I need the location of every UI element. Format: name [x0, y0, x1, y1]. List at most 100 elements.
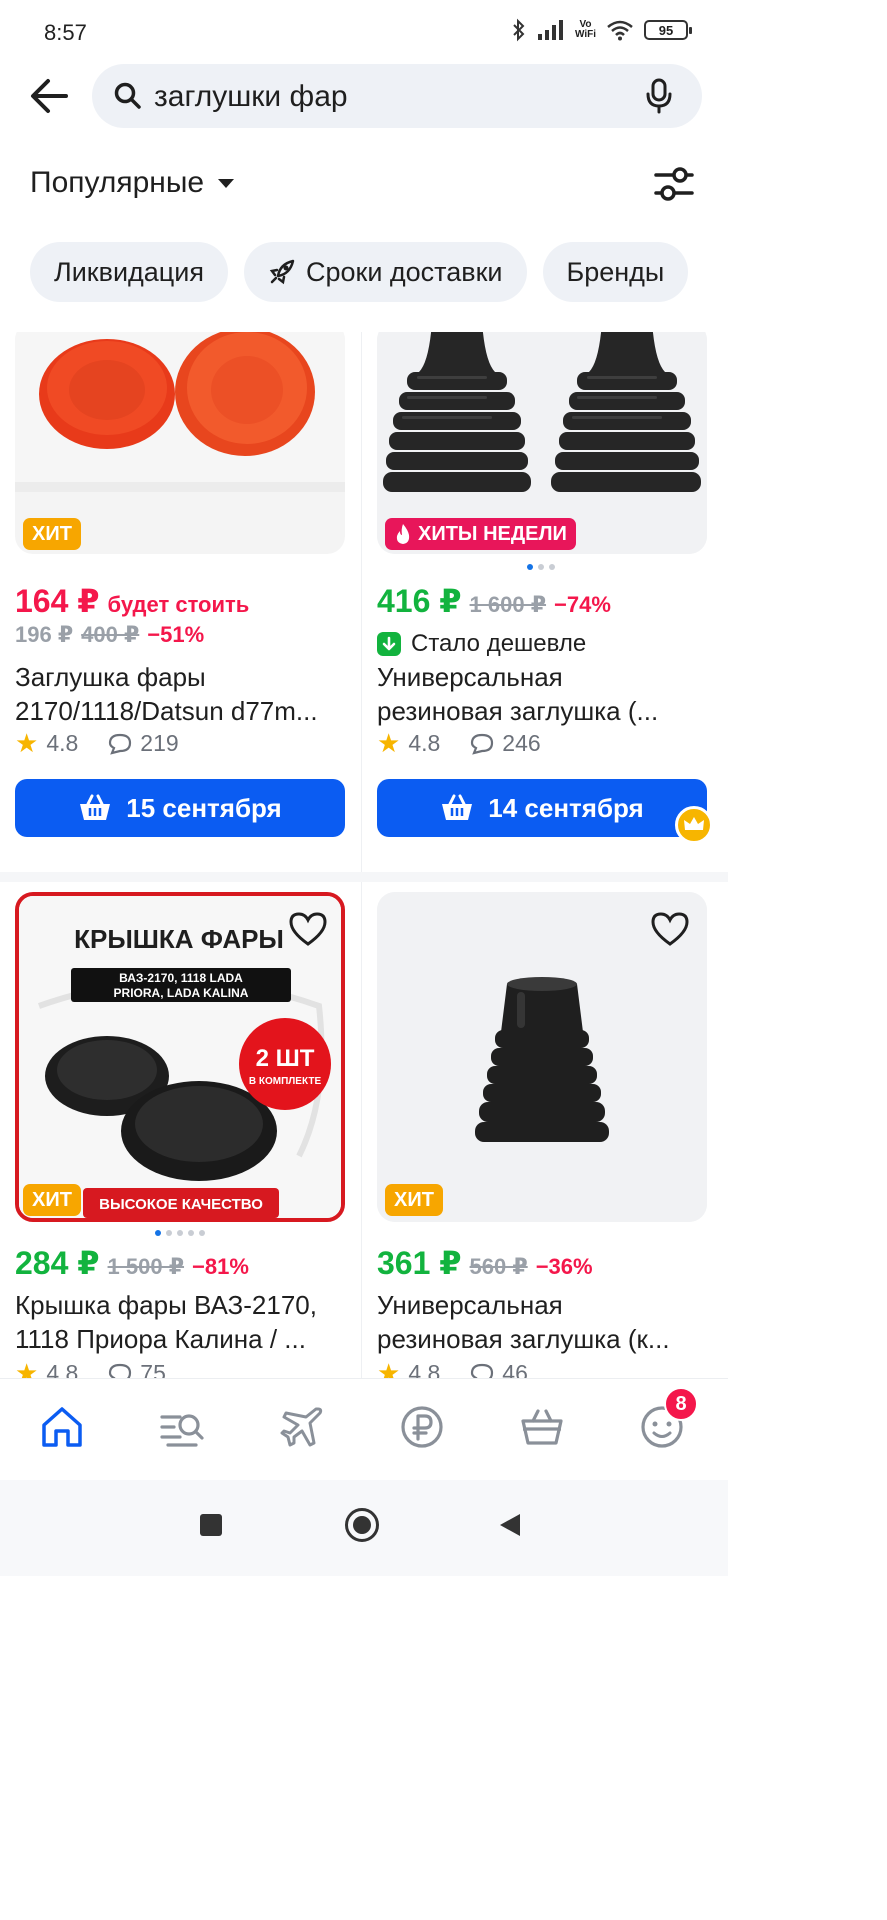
- weekly-hits-badge: ХИТЫ НЕДЕЛИ: [385, 518, 576, 550]
- image-pager-dots: [527, 564, 555, 570]
- status-time: 8:57: [44, 20, 87, 45]
- rating-row: ★ 4.8 75: [15, 1358, 166, 1378]
- price-row: 361 ₽ 560 ₽ −36%: [377, 1244, 593, 1282]
- bottom-navigation: 8: [0, 1378, 728, 1480]
- back-system-icon[interactable]: [498, 1512, 522, 1538]
- catalog-search-icon[interactable]: [158, 1403, 206, 1451]
- vowifi-icon: Vo WiFi: [574, 19, 596, 40]
- basket-icon: [442, 794, 473, 820]
- image-models-line1: ВАЗ-2170, 1118 LADA: [119, 971, 243, 985]
- add-to-cart-button[interactable]: 14 сентября: [377, 779, 707, 837]
- regular-price: 196 ₽: [15, 622, 74, 647]
- rocket-icon: [269, 259, 295, 285]
- basket-icon[interactable]: [518, 1403, 566, 1451]
- price-down-icon: [377, 632, 401, 656]
- product-card[interactable]: КРЫШКА ФАРЫ ВАЗ-2170, 1118 LADA PRIORA, …: [15, 892, 345, 1378]
- system-navigation-bar: [0, 1480, 728, 1576]
- comment-icon: [471, 733, 494, 755]
- image-pager-dots: [155, 1230, 205, 1236]
- search-icon: [114, 82, 141, 109]
- rating: 4.8: [46, 730, 79, 756]
- reviews-count: 219: [140, 730, 179, 756]
- notification-badge: 8: [664, 1387, 698, 1421]
- bluetooth-icon: [513, 18, 525, 42]
- back-arrow-icon[interactable]: [26, 74, 74, 118]
- profile-tab[interactable]: 8: [638, 1387, 698, 1451]
- sort-label: Популярные: [30, 166, 205, 199]
- status-icons: Vo WiFi 95: [511, 18, 692, 42]
- star-icon: ★: [377, 728, 401, 758]
- future-price-label: будет стоить: [107, 592, 250, 617]
- rating-row: ★ 4.8 219: [15, 728, 179, 759]
- hit-badge: ХИТ: [23, 1184, 81, 1216]
- microphone-icon[interactable]: [644, 78, 674, 114]
- fire-icon: [396, 524, 410, 544]
- product-title[interactable]: Заглушка фары 2170/1118/Datsun d77m...: [15, 660, 347, 728]
- price: 284 ₽: [15, 1245, 100, 1281]
- rating: 4.8: [408, 1360, 441, 1378]
- chip-delivery-time[interactable]: Сроки доставки: [243, 242, 527, 302]
- favorite-heart-icon[interactable]: [649, 910, 691, 948]
- comment-icon: [109, 1363, 132, 1378]
- delivery-date: 14 сентября: [488, 792, 644, 823]
- grid-divider: [361, 332, 362, 1378]
- home-icon[interactable]: [38, 1403, 86, 1451]
- image-qty-sub: В КОМПЛЕКТЕ: [249, 1076, 322, 1087]
- product-title[interactable]: Универсальная резиновая заглушка (к...: [377, 1288, 709, 1356]
- discount: −51%: [147, 622, 205, 647]
- hit-badge: ХИТ: [385, 1184, 443, 1216]
- reviews-count: 75: [140, 1360, 166, 1378]
- discount: −74%: [554, 592, 611, 617]
- hit-badge: ХИТ: [23, 518, 81, 550]
- ruble-icon[interactable]: [398, 1403, 446, 1451]
- price: 164 ₽: [15, 583, 100, 619]
- rating-row: ★ 4.8 46: [377, 1358, 528, 1378]
- price: 361 ₽: [377, 1245, 462, 1281]
- status-bar: 8:57 Vo WiFi 95: [0, 0, 728, 60]
- product-card[interactable]: ХИТ 164 ₽ будет стоить 196 ₽ 400 ₽ −51% …: [15, 332, 345, 852]
- price-dropped-label: Стало дешевле: [377, 630, 586, 658]
- old-price: 1 600 ₽: [469, 592, 547, 617]
- reviews-count: 46: [502, 1360, 528, 1378]
- product-title[interactable]: Универсальная резиновая заглушка (...: [377, 660, 709, 728]
- chevron-down-icon: [218, 178, 235, 188]
- rating: 4.8: [408, 730, 441, 756]
- discount: −81%: [192, 1254, 249, 1279]
- sort-dropdown[interactable]: Популярные: [30, 166, 235, 200]
- star-icon: ★: [377, 1358, 401, 1378]
- comment-icon: [109, 733, 132, 755]
- filter-chips: Ликвидация Сроки доставки Бренды: [30, 242, 689, 302]
- delivery-date: 15 сентября: [126, 792, 282, 823]
- chip-brands[interactable]: Бренды: [542, 242, 689, 302]
- row-divider: [0, 872, 728, 882]
- product-grid: ХИТ 164 ₽ будет стоить 196 ₽ 400 ₽ −51% …: [0, 332, 728, 1378]
- chip-liquidation[interactable]: Ликвидация: [30, 242, 228, 302]
- red-caps-picture: [15, 332, 345, 492]
- search-field[interactable]: заглушки фар: [92, 64, 702, 128]
- image-models-line2: PRIORA, LADA KALINA: [114, 986, 249, 1000]
- price: 416 ₽: [377, 583, 462, 619]
- filter-settings-icon[interactable]: [650, 160, 698, 208]
- recent-apps-icon[interactable]: [200, 1514, 222, 1536]
- product-card[interactable]: ХИТЫ НЕДЕЛИ 416 ₽ 1 600 ₽ −74% Стало деш…: [377, 332, 713, 852]
- premium-crown-icon: [675, 806, 713, 844]
- battery-icon: 95: [644, 20, 692, 40]
- home-system-icon[interactable]: [345, 1508, 379, 1542]
- add-to-cart-button[interactable]: 15 сентября: [15, 779, 345, 837]
- price-row: 416 ₽ 1 600 ₽ −74%: [377, 582, 611, 620]
- old-price-row: 196 ₽ 400 ₽ −51%: [15, 622, 204, 648]
- image-heading: КРЫШКА ФАРЫ: [74, 924, 284, 954]
- search-query[interactable]: заглушки фар: [154, 80, 348, 114]
- product-card[interactable]: ХИТ 361 ₽ 560 ₽ −36% Универсальная резин…: [377, 892, 707, 1378]
- price-row: 284 ₽ 1 500 ₽ −81%: [15, 1244, 249, 1282]
- old-price: 400 ₽: [81, 622, 140, 647]
- discount: −36%: [535, 1254, 593, 1279]
- star-icon: ★: [15, 728, 39, 758]
- price-row: 164 ₽ будет стоить: [15, 582, 249, 620]
- favorite-heart-icon[interactable]: [287, 910, 329, 948]
- comment-icon: [471, 1363, 494, 1378]
- product-title[interactable]: Крышка фары ВАЗ-2170, 1118 Приора Калина…: [15, 1288, 347, 1356]
- rating: 4.8: [46, 1360, 79, 1378]
- old-price: 1 500 ₽: [107, 1254, 185, 1279]
- airplane-icon[interactable]: [278, 1403, 326, 1451]
